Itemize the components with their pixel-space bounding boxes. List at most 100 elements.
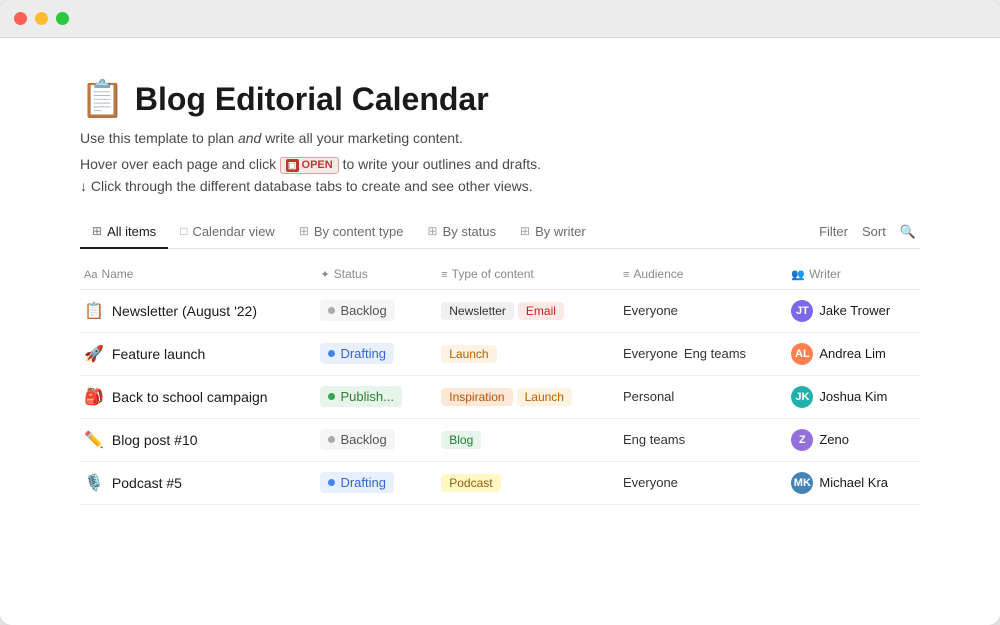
tab-all-items-label: All items — [107, 224, 156, 239]
audience-values: Everyone — [623, 303, 767, 318]
avatar: AL — [791, 343, 813, 365]
row-emoji: 🎙️ — [84, 473, 104, 493]
tab-writer-label: By writer — [535, 224, 586, 239]
content-tag: Launch — [517, 388, 572, 406]
audience-tag: Eng teams — [623, 432, 685, 447]
avatar: Z — [791, 429, 813, 451]
row-name: Podcast #5 — [112, 475, 182, 491]
desc1: Hover over each page and click ▣OPEN to … — [80, 156, 920, 174]
table-row[interactable]: 📋 Newsletter (August '22) Backlog Newslette… — [80, 289, 920, 332]
tab-content-icon: ⊞ — [299, 224, 309, 238]
search-button[interactable]: 🔍 — [900, 224, 916, 240]
status-dot — [328, 393, 335, 400]
status-badge: Backlog — [320, 429, 394, 450]
col-status: ✦Status — [308, 259, 429, 290]
row-emoji: ✏️ — [84, 430, 104, 450]
close-button[interactable] — [14, 12, 27, 25]
content-tag: Launch — [441, 345, 496, 363]
audience-values: Eng teams — [623, 432, 767, 447]
audience-tag: Everyone — [623, 475, 678, 490]
tab-all-items-icon: ⊞ — [92, 224, 102, 238]
tab-content-label: By content type — [314, 224, 404, 239]
content-tag: Inspiration — [441, 388, 512, 406]
row-emoji: 📋 — [84, 301, 104, 321]
tab-calendar-label: Calendar view — [192, 224, 274, 239]
cell-name: 🚀Feature launch — [80, 332, 308, 375]
cell-writer: JT Jake Trower — [779, 289, 920, 332]
cell-audience: Everyone — [611, 289, 779, 332]
page-emoji: 📋 — [80, 78, 125, 120]
writer-info: JK Joshua Kim — [791, 386, 908, 408]
table-container: AaName ✦Status ≡Type of content ≡Audienc… — [80, 259, 920, 505]
cell-name: 🎒Back to school campaign — [80, 375, 308, 418]
table-row[interactable]: 🎒Back to school campaignPublish...Inspir… — [80, 375, 920, 418]
table-row[interactable]: ✏️ Blog post #10 Backlog Blog Eng teams ZZeno — [80, 418, 920, 461]
col-writer: 👥Writer — [779, 259, 920, 290]
cell-writer: JK Joshua Kim — [779, 375, 920, 418]
audience-tag: Everyone — [623, 346, 678, 361]
table-row[interactable]: 🎙️ Podcast #5 Drafting Podcast Everyone MK Mic… — [80, 461, 920, 504]
row-emoji: 🎒 — [84, 387, 104, 407]
cell-type: Inspiration Launch — [429, 375, 611, 418]
tab-all-items[interactable]: ⊞ All items — [80, 216, 168, 249]
tab-actions: Filter Sort 🔍 — [819, 224, 920, 240]
cell-audience: Eng teams — [611, 418, 779, 461]
table-row[interactable]: 🚀Feature launch Drafting Launch EveryoneEng… — [80, 332, 920, 375]
cell-writer: ZZeno — [779, 418, 920, 461]
row-name: Blog post #10 — [112, 432, 198, 448]
cell-writer: MK Michael Kra — [779, 461, 920, 504]
col-type: ≡Type of content — [429, 259, 611, 290]
audience-values: Everyone — [623, 475, 767, 490]
app-window: 📋 Blog Editorial Calendar Use this templ… — [0, 0, 1000, 625]
open-badge: ▣OPEN — [280, 157, 339, 174]
tab-status-label: By status — [443, 224, 496, 239]
cell-audience: Personal — [611, 375, 779, 418]
sort-button[interactable]: Sort — [862, 224, 886, 239]
cell-type: Blog — [429, 418, 611, 461]
status-badge: Backlog — [320, 300, 394, 321]
cell-status: Publish... — [308, 375, 429, 418]
cell-status: Drafting — [308, 332, 429, 375]
maximize-button[interactable] — [56, 12, 69, 25]
audience-values: Personal — [623, 389, 767, 404]
audience-tag: Personal — [623, 389, 674, 404]
avatar: JK — [791, 386, 813, 408]
audience-tag: Everyone — [623, 303, 678, 318]
avatar: MK — [791, 472, 813, 494]
row-name: Newsletter (August '22) — [112, 303, 257, 319]
cell-type: Podcast — [429, 461, 611, 504]
cell-status: Backlog — [308, 289, 429, 332]
cell-name: 📋 Newsletter (August '22) — [80, 289, 308, 332]
desc2: ↓ Click through the different database t… — [80, 178, 920, 194]
avatar: JT — [791, 300, 813, 322]
cell-type: Launch — [429, 332, 611, 375]
tab-by-status[interactable]: ⊞ By status — [416, 216, 509, 249]
cell-audience: EveryoneEng teams — [611, 332, 779, 375]
writer-info: JT Jake Trower — [791, 300, 908, 322]
page-content: 📋 Blog Editorial Calendar Use this templ… — [0, 38, 1000, 625]
tab-writer-icon: ⊞ — [520, 224, 530, 238]
writer-info: MK Michael Kra — [791, 472, 908, 494]
col-audience: ≡Audience — [611, 259, 779, 290]
tab-bar: ⊞ All items □ Calendar view ⊞ By content… — [80, 216, 920, 249]
subtitle: Use this template to plan and write all … — [80, 130, 920, 146]
writer-info: ZZeno — [791, 429, 908, 451]
minimize-button[interactable] — [35, 12, 48, 25]
audience-values: EveryoneEng teams — [623, 346, 767, 361]
cell-name: ✏️ Blog post #10 — [80, 418, 308, 461]
tab-calendar-view[interactable]: □ Calendar view — [168, 216, 287, 249]
status-badge: Drafting — [320, 343, 394, 364]
content-tag: Newsletter — [441, 302, 514, 320]
row-name: Feature launch — [112, 346, 205, 362]
writer-name: Joshua Kim — [819, 389, 887, 404]
writer-name: Michael Kra — [819, 475, 888, 490]
col-name: AaName — [80, 259, 308, 290]
writer-name: Jake Trower — [819, 303, 890, 318]
tab-by-content-type[interactable]: ⊞ By content type — [287, 216, 416, 249]
tab-by-writer[interactable]: ⊞ By writer — [508, 216, 598, 249]
filter-button[interactable]: Filter — [819, 224, 848, 239]
writer-name: Andrea Lim — [819, 346, 885, 361]
status-badge: Drafting — [320, 472, 394, 493]
cell-name: 🎙️ Podcast #5 — [80, 461, 308, 504]
tab-calendar-icon: □ — [180, 224, 187, 238]
